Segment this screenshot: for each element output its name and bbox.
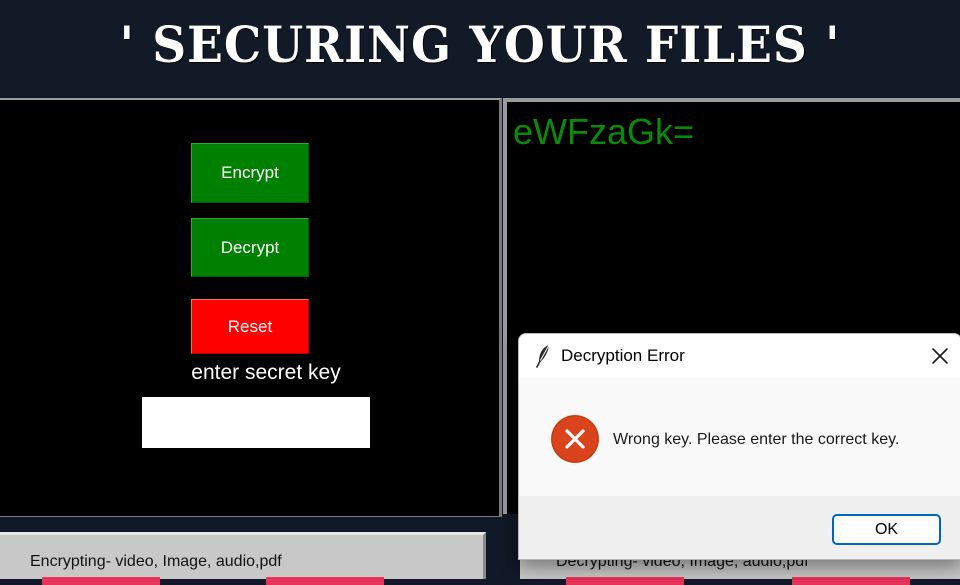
ok-button[interactable]: OK	[832, 514, 941, 545]
encrypt-files-button-2[interactable]	[266, 577, 384, 585]
reset-button[interactable]: Reset	[191, 299, 309, 354]
app-title: ' SECURING YOUR FILES '	[119, 15, 841, 74]
dialog-footer: OK	[519, 496, 960, 559]
dialog-titlebar[interactable]: Decryption Error	[519, 334, 960, 378]
controls-panel: Encrypt Decrypt Reset	[0, 98, 502, 519]
app-header: ' SECURING YOUR FILES '	[0, 0, 960, 96]
decrypt-files-button[interactable]	[566, 577, 684, 585]
feather-icon	[536, 344, 550, 368]
secret-key-label: enter secret key	[191, 361, 341, 384]
dialog-message: Wrong key. Please enter the correct key.	[613, 431, 900, 448]
encrypt-files-label: Encrypting- video, Image, audio,pdf	[30, 553, 282, 570]
dialog-title: Decryption Error	[561, 346, 685, 365]
secret-key-input[interactable]	[142, 397, 370, 448]
decryption-error-dialog: Decryption Error Wrong key. Please enter…	[518, 333, 960, 560]
output-text: eWFzaGk=	[513, 111, 695, 152]
error-icon	[551, 415, 599, 463]
dialog-body: Wrong key. Please enter the correct key.	[519, 378, 960, 496]
encrypt-button[interactable]: Encrypt	[191, 143, 309, 203]
decrypt-files-button-2[interactable]	[792, 577, 910, 585]
decrypt-button[interactable]: Decrypt	[191, 218, 309, 277]
encrypt-files-section: Encrypting- video, Image, audio,pdf	[0, 532, 486, 585]
encrypt-files-button[interactable]	[42, 577, 160, 585]
close-icon[interactable]	[929, 345, 951, 367]
